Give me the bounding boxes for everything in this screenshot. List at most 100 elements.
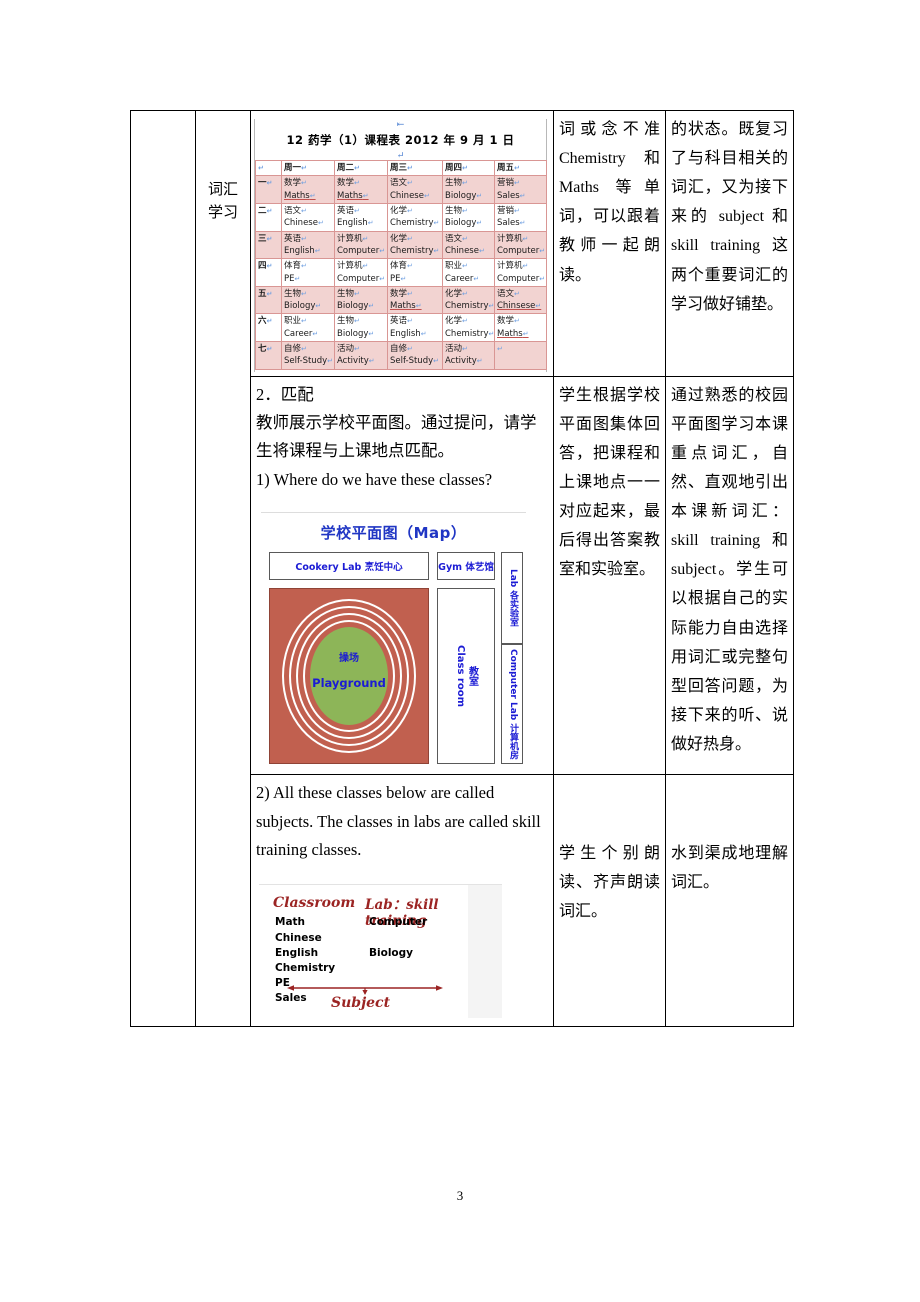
schedule-cell: 自修↵ Self-Study↵ — [387, 341, 443, 370]
schedule-row: 六↵ 职业↵ Career↵ 生物↵ Biology↵ 英语↵ English↵ 化学↵ Che… — [255, 313, 547, 343]
student-activity-text: 学生根据学校平面图集体回答，把课程和上课地点一一对应起来，最后得出答案教室和实验… — [559, 386, 660, 579]
class-schedule-image: ⇤ 12 药学（1）课程表 2012 年 9 月 1 日 ↵ ↵ 周一↵ 周二↵ 周三… — [254, 119, 547, 372]
procedure-question-1: 1) Where do we have these classes? — [256, 469, 493, 489]
schedule-cell: 数学↵ Maths↵ — [387, 285, 443, 315]
lab-subject-list: Computer.Biology — [369, 915, 427, 961]
map-box-computer-lab: Computer Lab 计算机房 — [501, 644, 523, 765]
classroom-subject-item: Chemistry — [275, 961, 336, 974]
subject-arrow-label: Subject — [331, 995, 391, 1012]
schedule-cell: 生物↵ Biology↵ — [281, 285, 335, 315]
procedure-teacher-text: 教师展示学校平面图。通过提问，请学生将课程与上课地点匹配。 — [256, 413, 537, 461]
map-box-labs-label: Lab 各实验室 — [507, 569, 518, 627]
classroom-subject-item: Chinese — [275, 931, 322, 944]
schedule-cell: 语文↵ Chinese↵ — [387, 175, 443, 204]
map-title-en: （Map） — [398, 524, 467, 543]
cell-design-intent-3: 水到渠成地理解词汇。 — [665, 774, 794, 1028]
schedule-period-index: 五↵ — [255, 285, 282, 315]
schedule-cell: 化学↵ Chemistry↵ — [387, 202, 443, 232]
schedule-period-index: 七↵ — [255, 341, 282, 370]
schedule-header-cell: ↵ — [255, 159, 282, 177]
schedule-header-row: ↵ 周一↵ 周二↵ 周三↵ 周四↵ 周五↵ — [255, 159, 547, 177]
map-box-gym: Gym 体艺馆 — [437, 552, 495, 581]
cell-design-intent-2: 通过熟悉的校园平面图学习本课重点词汇，自然、直观地引出本课新词汇：skill t… — [665, 375, 794, 776]
schedule-cell: 体育↵ PE↵ — [387, 258, 443, 287]
schedule-row: 一↵ 数学↵ Maths↵ 数学↵ Maths↵ 语文↵ Chinese↵ 生物↵ Biolog… — [255, 175, 547, 204]
design-intent-text: 的状态。既复习了与科目相关的词汇，又为接下来的 subject 和 skill … — [671, 121, 788, 313]
cell-student-activity-1: 词或念不准 Chemistry 和 Maths 等单词，可以跟着教师一起朗读。 — [553, 110, 666, 377]
schedule-cell: 生物↵ Biology↵ — [442, 175, 495, 204]
schedule-row: 二↵ 语文↵ Chinese↵ 英语↵ English↵ 化学↵ Chemistry↵ 生物↵… — [255, 202, 547, 232]
schedule-cell: 语文↵ Chinese↵ — [442, 230, 495, 260]
schedule-cell: 职业↵ Career↵ — [442, 258, 495, 287]
schedule-cell: 数学↵ Maths↵ — [494, 313, 547, 343]
cell-student-activity-2: 学生根据学校平面图集体回答，把课程和上课地点一一对应起来，最后得出答案教室和实验… — [553, 375, 666, 776]
schedule-header-cell: 周二↵ — [334, 159, 388, 177]
schedule-table: ↵ 周一↵ 周二↵ 周三↵ 周四↵ 周五↵ 一↵ 数学↵ Maths↵ 数学↵ Maths↵ 语文↵ C… — [255, 159, 547, 370]
schedule-cell: 数学↵ Maths↵ — [334, 175, 388, 204]
schedule-paragraph-mark: ↵ — [396, 150, 405, 160]
schedule-cell: 生物↵ Biology↵ — [334, 285, 388, 315]
schedule-cell: 活动↵ Activity↵ — [334, 341, 388, 370]
schedule-cell: 营销↵ Sales↵ — [494, 175, 547, 204]
schedule-header-cell: 周三↵ — [387, 159, 443, 177]
stage-label-line2: 学习 — [207, 203, 238, 221]
schedule-cell: 活动↵ Activity↵ — [442, 341, 495, 370]
schedule-cell: 自修↵ Self-Study↵ — [281, 341, 335, 370]
schedule-cell: 化学↵ Chemistry↵ — [442, 313, 495, 343]
schedule-cell: 数学↵ Maths↵ — [281, 175, 335, 204]
schedule-cell: 英语↵ English↵ — [334, 202, 388, 232]
playground-label-en: Playground — [312, 676, 386, 691]
schedule-cell: 营销↵ Sales↵ — [494, 202, 547, 232]
cell-stage-label: 词汇 学习 — [195, 109, 251, 1028]
design-intent-text: 通过熟悉的校园平面图学习本课重点词汇，自然、直观地引出本课新词汇：skill t… — [671, 386, 788, 753]
schedule-cell: 计算机↵ Computer↵ — [334, 258, 388, 287]
schedule-cell: 英语↵ English↵ — [281, 230, 335, 260]
subject-arrow-icon — [287, 985, 443, 996]
schedule-header-cell: 周一↵ — [281, 159, 335, 177]
procedure-question-2: 2) All these classes below are called su… — [256, 783, 541, 859]
classroom-subject-item: English — [275, 946, 319, 959]
schedule-anchor-mark: ⇤ — [396, 119, 405, 129]
cell-stage-outer — [130, 109, 196, 1028]
cell-design-intent-1: 的状态。既复习了与科目相关的词汇，又为接下来的 subject 和 skill … — [665, 110, 794, 377]
map-box-computer-lab-label: Computer Lab 计算机房 — [507, 648, 518, 760]
stage-label-line1: 词汇 — [207, 179, 238, 198]
procedure-heading: 2．匹配 — [256, 384, 314, 404]
map-box-classroom-label-en: Class room — [455, 645, 466, 708]
cell-procedure-3: 2) All these classes below are called su… — [250, 774, 554, 1028]
schedule-cell: 英语↵ English↵ — [387, 313, 443, 343]
schedule-cell: 体育↵ PE↵ — [281, 258, 335, 287]
schedule-row: 五↵ 生物↵ Biology↵ 生物↵ Biology↵ 数学↵ Maths↵ 化学↵ Chem… — [255, 285, 547, 315]
map-title-cn: 学校平面图 — [320, 524, 399, 543]
schedule-header-cell: 周四↵ — [442, 159, 495, 177]
student-activity-text: 词或念不准 Chemistry 和 Maths 等单词，可以跟着教师一起朗读。 — [559, 121, 660, 284]
subject-heading-classroom: Classroom — [273, 895, 356, 912]
lab-subject-item: Computer — [369, 916, 428, 929]
schedule-period-index: 二↵ — [255, 202, 282, 232]
schedule-cell: 生物↵ Biology↵ — [442, 202, 495, 232]
schedule-header-cell: 周五↵ — [494, 159, 547, 177]
map-box-classroom-label-cn: 教室 — [466, 666, 478, 687]
schedule-cell: 化学↵ Chemistry↵ — [387, 230, 443, 260]
schedule-period-index: 六↵ — [255, 313, 282, 343]
cell-student-activity-3: 学生个别朗读、齐声朗读词汇。 — [553, 774, 666, 1028]
schedule-period-index: 一↵ — [255, 175, 282, 204]
schedule-title: 12 药学（1）课程表 2012 年 9 月 1 日 — [286, 133, 515, 147]
design-intent-text: 水到渠成地理解词汇。 — [671, 845, 788, 892]
schedule-cell: 语文↵ Chinsese↵ — [494, 285, 547, 315]
schedule-row: 三↵ 英语↵ English↵ 计算机↵ Computer↵ 化学↵ Chemistry↵ 语… — [255, 230, 547, 260]
map-box-playground: 操场 Playground — [269, 588, 429, 765]
map-title: 学校平面图（Map） — [261, 518, 526, 552]
student-activity-text: 学生个别朗读、齐声朗读词汇。 — [559, 845, 660, 921]
schedule-cell: 化学↵ Chemistry↵ — [442, 285, 495, 315]
table-row: 词汇 学习 ⇤ 12 药学（1）课程表 2012 年 9 月 1 日 ↵ ↵ 周… — [130, 109, 794, 1028]
schedule-row: 四↵ 体育↵ PE↵ 计算机↵ Computer↵ 体育↵ PE↵ 职业↵ Career↵ 计算机… — [255, 258, 547, 287]
map-box-cookery-lab: Cookery Lab 烹饪中心 — [269, 552, 429, 581]
lab-subject-item: Biology — [369, 946, 413, 959]
schedule-period-index: 三↵ — [255, 230, 282, 260]
schedule-cell: 职业↵ Career↵ — [281, 313, 335, 343]
schedule-row: 七↵ 自修↵ Self-Study↵ 活动↵ Activity↵ 自修↵ Self-Stud… — [255, 341, 547, 370]
cell-procedure-1: ⇤ 12 药学（1）课程表 2012 年 9 月 1 日 ↵ ↵ 周一↵ 周二↵ 周三… — [250, 110, 554, 377]
map-box-labs: Lab 各实验室 — [501, 552, 523, 645]
schedule-cell: 计算机↵ Computer↵ — [494, 258, 547, 287]
